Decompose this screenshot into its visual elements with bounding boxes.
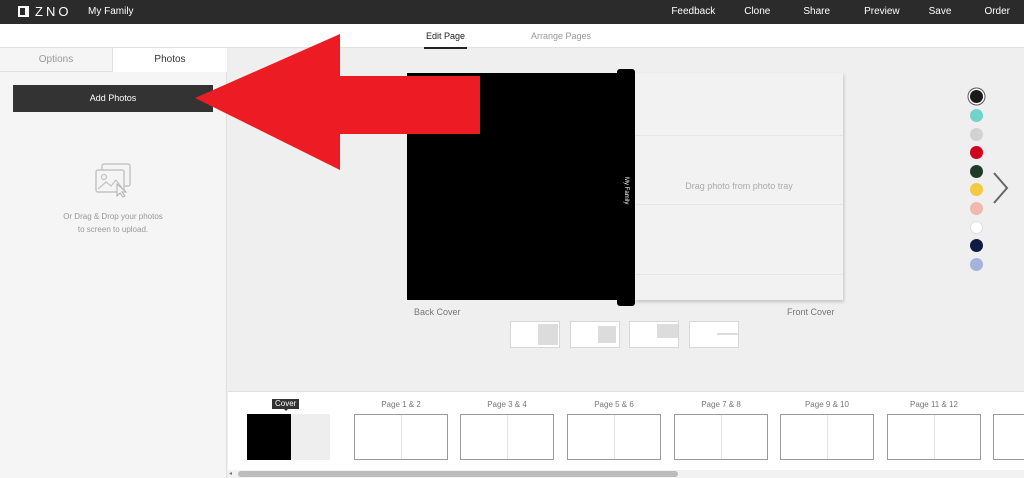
front-cover-guide	[635, 274, 843, 275]
page-label: Page 7 & 8	[701, 400, 741, 409]
cover-thumb-back	[247, 414, 291, 460]
project-title[interactable]: My Family	[88, 6, 134, 17]
front-cover-guide	[635, 135, 843, 136]
page-thumbnail[interactable]	[354, 414, 448, 460]
save-button[interactable]: Save	[929, 0, 952, 24]
cover-tag: Cover	[272, 399, 300, 411]
page-fold	[721, 415, 722, 459]
layout-fill	[538, 324, 558, 345]
page-thumbnail[interactable]	[887, 414, 981, 460]
layout-fill	[598, 326, 616, 343]
page-fold	[827, 415, 828, 459]
zno-logo[interactable]: ZNO	[18, 4, 71, 19]
drop-hint-line-1: Or Drag & Drop your photos	[63, 212, 163, 221]
left-panel: Options Photos Add Photos Or Drag & Drop…	[0, 48, 227, 478]
layout-fill	[657, 324, 678, 338]
chevron-right-icon[interactable]	[990, 170, 1010, 206]
front-cover[interactable]: Drag photo from photo tray	[635, 73, 843, 300]
logo-mark-icon	[18, 6, 29, 17]
logo-text: ZNO	[35, 4, 72, 19]
swatch-red[interactable]	[970, 146, 983, 159]
cover-thumb-front	[291, 414, 330, 460]
swatch-black[interactable]	[970, 90, 983, 103]
page-label: Page 3 & 4	[487, 400, 527, 409]
swatch-navy[interactable]	[970, 239, 983, 252]
page-label: Page 5 & 6	[594, 400, 634, 409]
page-thumbnail[interactable]	[993, 414, 1024, 460]
page-label: Page 1 & 2	[381, 400, 421, 409]
layout-option[interactable]	[629, 321, 679, 348]
preview-button[interactable]: Preview	[864, 0, 900, 24]
add-photos-button[interactable]: Add Photos	[13, 85, 213, 112]
top-bar: ZNO My Family Feedback Clone Share Previ…	[0, 0, 1024, 24]
page-strip-scrollbar[interactable]: ◂	[228, 470, 1024, 478]
page-strip: Cover Page 1 & 2 Page 3 & 4 Page 5 & 6 P…	[228, 391, 1024, 478]
scroll-left-icon[interactable]: ◂	[229, 470, 232, 478]
layout-option[interactable]	[689, 321, 739, 348]
tab-options[interactable]: Options	[0, 48, 113, 72]
drop-hint: Or Drag & Drop your photos to screen to …	[40, 210, 186, 236]
layout-fill	[717, 333, 738, 335]
share-button[interactable]: Share	[803, 0, 830, 24]
swatch-dark-green[interactable]	[970, 165, 983, 178]
photos-upload-icon	[95, 163, 131, 198]
order-button[interactable]: Order	[984, 0, 1010, 24]
page-thumbnail[interactable]	[460, 414, 554, 460]
top-actions: Feedback Clone Share Preview Save Order	[671, 0, 1010, 24]
swatch-white[interactable]	[970, 221, 983, 234]
front-cover-guide	[635, 204, 843, 205]
feedback-button[interactable]: Feedback	[671, 0, 715, 24]
drop-hint-line-2: to screen to upload.	[77, 225, 149, 234]
tab-arrange-pages[interactable]: Arrange Pages	[531, 31, 591, 41]
back-cover-label: Back Cover	[414, 307, 461, 317]
page-thumbnail[interactable]	[780, 414, 874, 460]
clone-button[interactable]: Clone	[744, 0, 770, 24]
scrollbar-thumb[interactable]	[238, 471, 678, 477]
front-cover-hint: Drag photo from photo tray	[685, 181, 793, 191]
swatch-teal[interactable]	[970, 109, 983, 122]
layout-option[interactable]	[510, 321, 560, 348]
page-fold	[614, 415, 615, 459]
swatch-light-gray[interactable]	[970, 128, 983, 141]
layout-option[interactable]	[570, 321, 620, 348]
swatch-pink[interactable]	[970, 202, 983, 215]
swatch-yellow[interactable]	[970, 183, 983, 196]
edit-mode-bar: Edit Page Arrange Pages	[0, 24, 1024, 49]
front-cover-label: Front Cover	[787, 307, 835, 317]
spine-text: My Family	[623, 177, 629, 205]
panel-tabs: Options Photos	[0, 48, 227, 72]
swatch-light-blue[interactable]	[970, 258, 983, 271]
page-fold	[507, 415, 508, 459]
page-label: Page 11 & 12	[910, 400, 958, 409]
cover-thumbnail[interactable]	[247, 414, 330, 460]
page-fold	[401, 415, 402, 459]
page-thumbnail[interactable]	[567, 414, 661, 460]
page-label: Page 9 & 10	[804, 400, 850, 409]
red-arrow-icon	[195, 34, 480, 170]
page-thumbnail[interactable]	[674, 414, 768, 460]
page-fold	[934, 415, 935, 459]
